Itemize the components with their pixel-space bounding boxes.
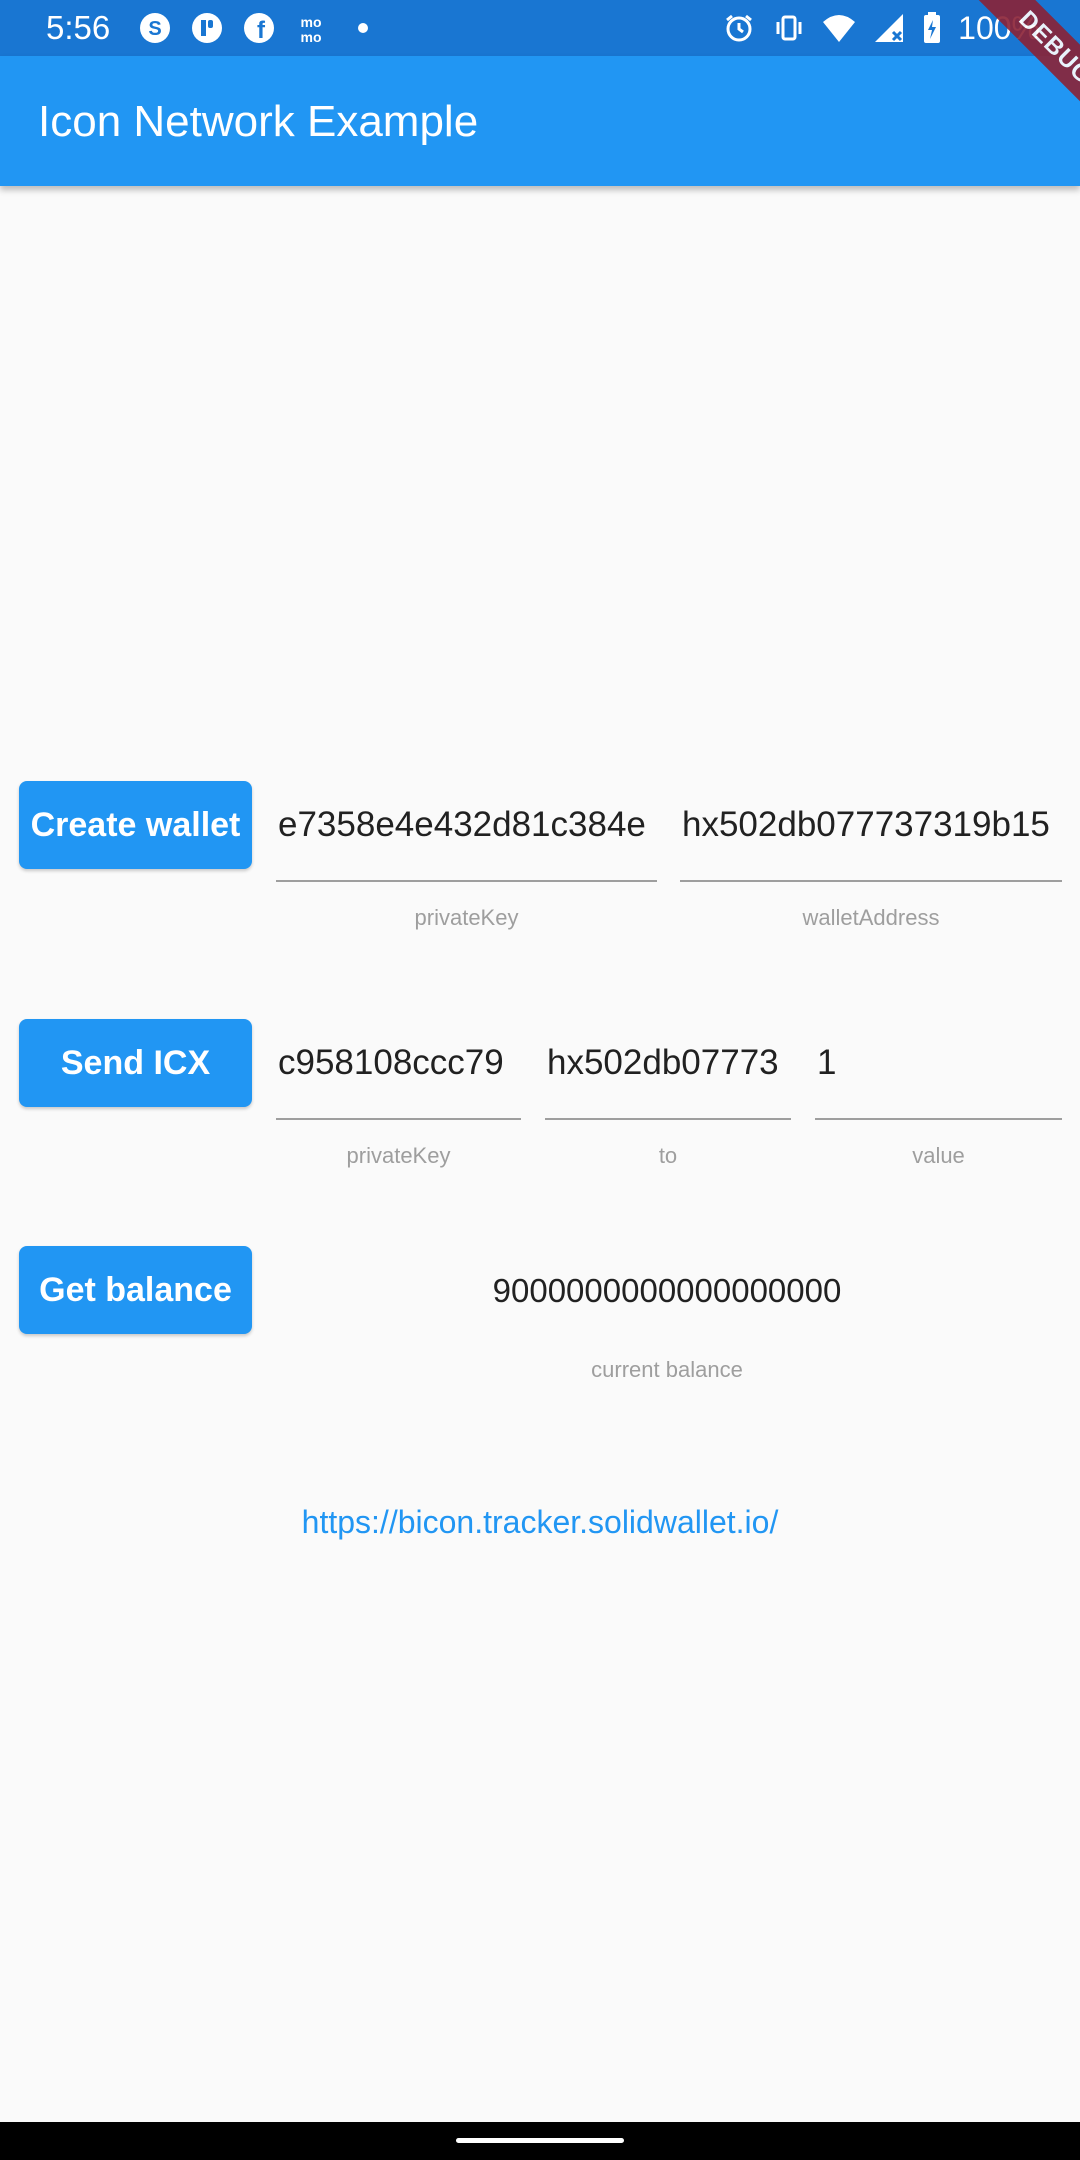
vibrate-icon: [772, 11, 806, 45]
app-bar: Icon Network Example: [0, 56, 1080, 186]
status-bar: 5:56 S f mo mo 100%: [0, 0, 1080, 56]
wallet-address-label: walletAddress: [802, 905, 940, 930]
tracker-link[interactable]: https://bicon.tracker.solidwallet.io/: [0, 1502, 1080, 1542]
skype-icon: S: [138, 11, 172, 45]
send-private-key-input[interactable]: c958108ccc79: [276, 1042, 521, 1084]
create-wallet-button[interactable]: Create wallet: [19, 781, 252, 869]
send-icx-button[interactable]: Send ICX: [19, 1019, 252, 1107]
send-to-field[interactable]: hx502db07773 to: [545, 1042, 791, 1168]
r-app-icon: [190, 11, 224, 45]
battery-icon: [922, 11, 942, 45]
svg-text:mo: mo: [301, 14, 322, 30]
send-to-input[interactable]: hx502db07773: [545, 1042, 791, 1084]
send-value-label: value: [912, 1143, 965, 1168]
navigation-bar: [0, 2122, 1080, 2160]
svg-text:f: f: [257, 17, 266, 44]
alarm-icon: [722, 11, 756, 45]
momo-icon: mo mo: [294, 11, 328, 45]
signal-icon: [872, 11, 906, 45]
dot-icon: [346, 11, 380, 45]
page-title: Icon Network Example: [38, 97, 479, 146]
send-private-key-field[interactable]: c958108ccc79 privateKey: [276, 1042, 521, 1168]
facebook-icon: f: [242, 11, 276, 45]
field-underline: [276, 880, 657, 882]
get-balance-button[interactable]: Get balance: [19, 1246, 252, 1334]
field-underline: [815, 1118, 1062, 1120]
current-balance-label: current balance: [591, 1357, 743, 1382]
system-icons: 100%: [722, 10, 1040, 46]
current-balance-value: 9000000000000000000: [492, 1272, 842, 1309]
field-underline: [680, 880, 1062, 882]
notification-icons: S f mo mo: [138, 10, 380, 46]
create-wallet-private-key-input[interactable]: e7358e4e432d81c384e: [276, 804, 657, 846]
send-value-input[interactable]: 1: [815, 1042, 1062, 1084]
field-underline: [545, 1118, 791, 1120]
svg-text:S: S: [148, 18, 161, 40]
create-wallet-private-key-field[interactable]: e7358e4e432d81c384e privateKey: [276, 804, 657, 930]
wallet-address-field[interactable]: hx502db077737319b15 walletAddress: [680, 804, 1062, 930]
send-value-field[interactable]: 1 value: [815, 1042, 1062, 1168]
wallet-address-input[interactable]: hx502db077737319b15: [680, 804, 1062, 846]
svg-text:mo: mo: [301, 29, 322, 44]
create-wallet-private-key-label: privateKey: [414, 905, 519, 930]
send-to-label: to: [658, 1143, 678, 1168]
send-private-key-label: privateKey: [346, 1143, 451, 1168]
wifi-icon: [822, 11, 856, 45]
home-gesture-handle[interactable]: [456, 2138, 624, 2143]
field-underline: [276, 1118, 521, 1120]
status-time: 5:56: [46, 9, 111, 46]
